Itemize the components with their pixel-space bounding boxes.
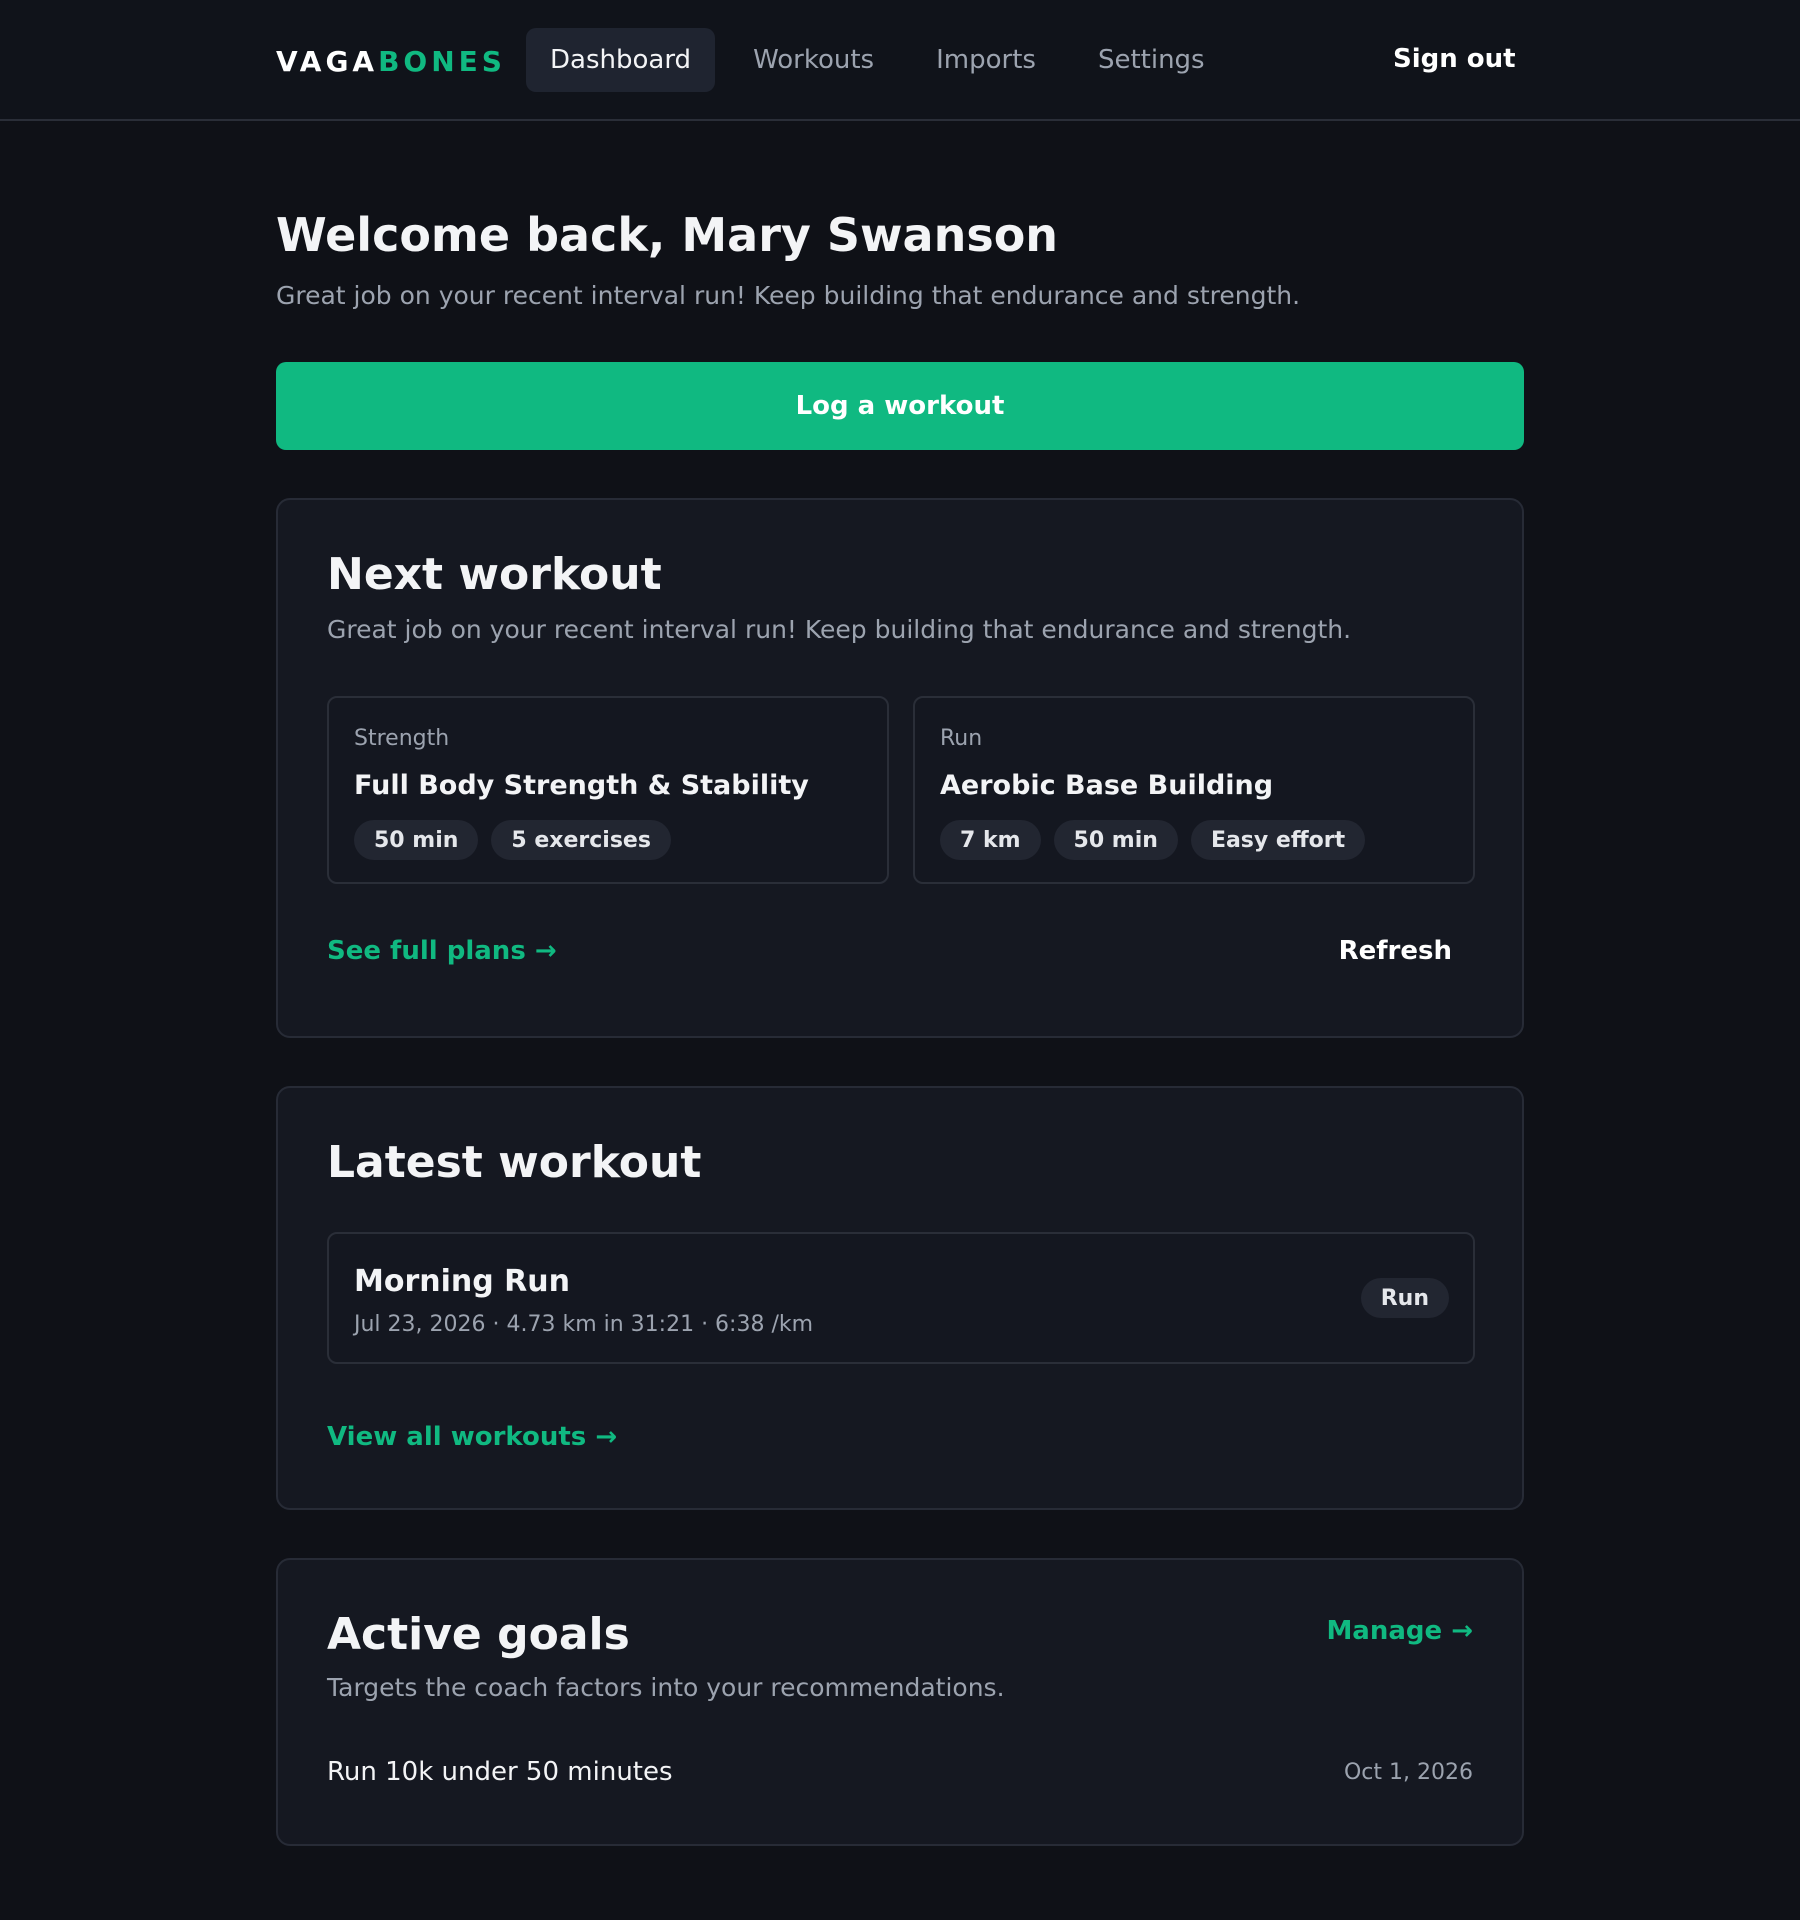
nav-dashboard[interactable]: Dashboard — [526, 28, 716, 92]
refresh-button[interactable]: Refresh — [1339, 936, 1452, 966]
exercises-chip: 5 exercises — [491, 820, 671, 860]
active-goals-title: Active goals — [327, 1609, 630, 1660]
nav-imports[interactable]: Imports — [912, 28, 1060, 92]
sign-out-button[interactable]: Sign out — [1393, 44, 1516, 80]
page-title: Welcome back, Mary Swanson — [276, 208, 1059, 262]
plan-name: Full Body Strength & Stability — [354, 770, 809, 801]
plan-kind: Strength — [354, 726, 450, 751]
plan-name: Aerobic Base Building — [940, 770, 1274, 801]
duration-chip: 50 min — [1053, 820, 1178, 860]
active-goals-card: Active goals Manage → Targets the coach … — [276, 1558, 1524, 1846]
brand-logo[interactable]: VAGABONES — [276, 45, 506, 79]
nav-settings[interactable]: Settings — [1074, 28, 1229, 92]
plan-chips: 50 min 5 exercises — [354, 820, 671, 860]
next-workout-subtitle: Great job on your recent interval run! K… — [327, 615, 1352, 644]
distance-chip: 7 km — [940, 820, 1041, 860]
duration-chip: 50 min — [354, 820, 479, 860]
workout-name: Morning Run — [354, 1264, 570, 1299]
plan-card-run[interactable]: Run Aerobic Base Building 7 km 50 min Ea… — [913, 696, 1475, 884]
plan-chips: 7 km 50 min Easy effort — [940, 820, 1366, 860]
plan-card-strength[interactable]: Strength Full Body Strength & Stability … — [327, 696, 889, 884]
workout-meta: Jul 23, 2026 · 4.73 km in 31:21 · 6:38 /… — [354, 1312, 814, 1337]
brand-text-accent: BONES — [378, 45, 506, 78]
nav-workouts[interactable]: Workouts — [729, 28, 898, 92]
view-all-workouts-link[interactable]: View all workouts → — [327, 1422, 617, 1452]
workout-type-badge: Run — [1360, 1278, 1449, 1318]
next-workout-card: Next workout Great job on your recent in… — [276, 498, 1524, 1038]
goal-date: Oct 1, 2026 — [1343, 1760, 1473, 1785]
active-goals-subtitle: Targets the coach factors into your reco… — [327, 1673, 1005, 1702]
effort-chip: Easy effort — [1190, 820, 1366, 860]
manage-goals-link[interactable]: Manage → — [1326, 1616, 1473, 1646]
goal-name: Run 10k under 50 minutes — [327, 1757, 673, 1787]
plan-kind: Run — [940, 726, 983, 751]
next-workout-title: Next workout — [327, 549, 662, 600]
brand-text-primary: VAGA — [276, 45, 379, 78]
log-workout-button[interactable]: Log a workout — [276, 362, 1524, 450]
workout-row[interactable]: Morning Run Jul 23, 2026 · 4.73 km in 31… — [327, 1232, 1475, 1364]
latest-workout-title: Latest workout — [327, 1137, 702, 1188]
latest-workout-card: Latest workout Morning Run Jul 23, 2026 … — [276, 1086, 1524, 1510]
main-nav: Dashboard Workouts Imports Settings — [526, 28, 1229, 92]
see-full-plans-link[interactable]: See full plans → — [327, 936, 557, 966]
top-navigation-bar: VAGABONES Dashboard Workouts Imports Set… — [0, 0, 1800, 121]
welcome-subtitle: Great job on your recent interval run! K… — [276, 281, 1301, 310]
